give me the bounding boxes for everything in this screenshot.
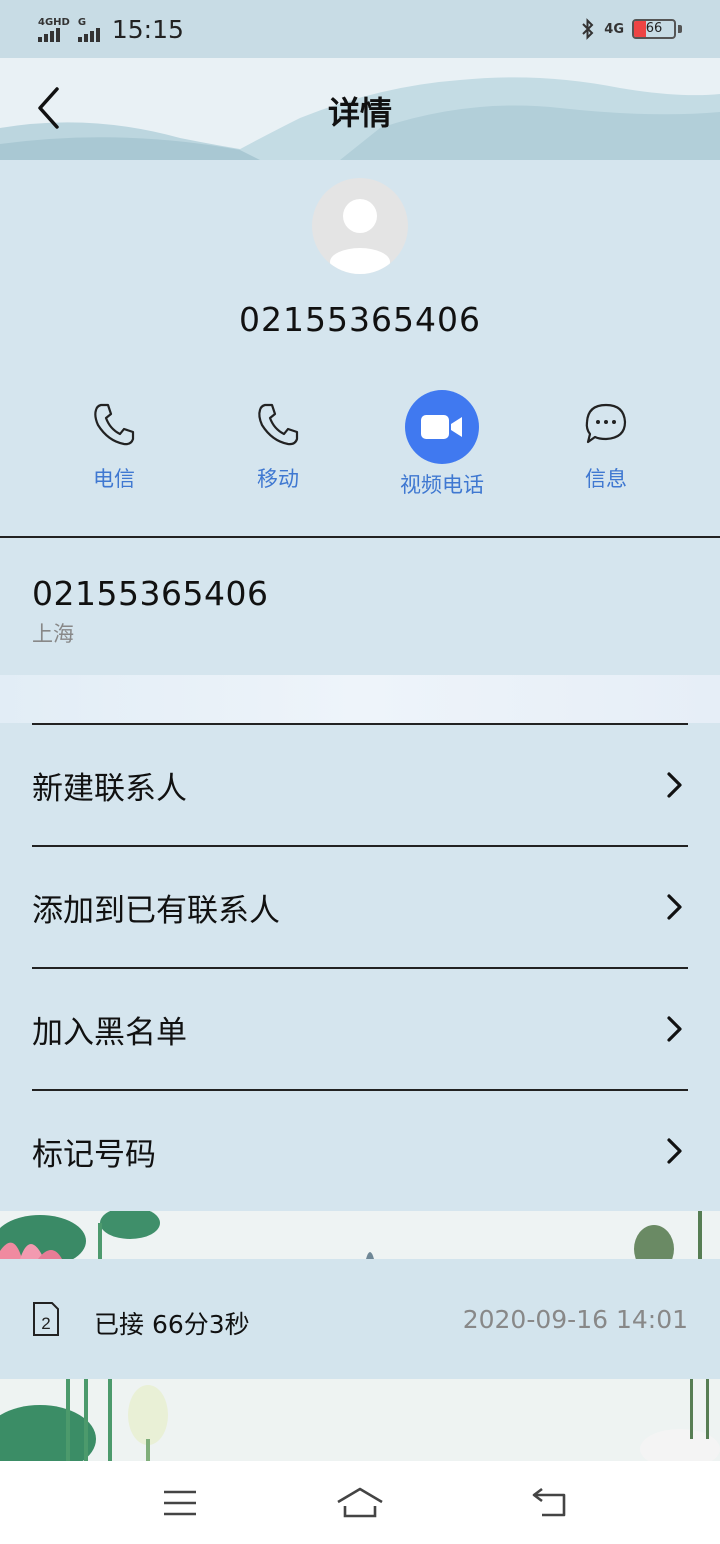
sim1-label: 4GHD <box>38 16 70 28</box>
message-icon <box>585 403 627 444</box>
sim1-signal: 4GHD <box>38 17 70 42</box>
call-telecom-button[interactable]: 电信 <box>49 385 179 493</box>
chevron-right-icon <box>664 770 688 800</box>
menu-item-label: 加入黑名单 <box>32 1014 187 1051</box>
home-icon <box>337 1487 383 1518</box>
sim-card-icon: 2 <box>33 1302 59 1336</box>
navigation-bar <box>0 1461 720 1544</box>
lotus-decoration <box>0 1211 720 1259</box>
mark-number-item[interactable]: 标记号码 <box>32 1089 688 1211</box>
signal-bars-icon <box>38 27 70 42</box>
phone-icon <box>94 403 135 446</box>
menu-icon <box>164 1490 196 1516</box>
phone-location: 上海 <box>32 622 74 646</box>
network-type: 4G <box>604 21 624 37</box>
action-label: 移动 <box>257 467 299 491</box>
lotus-illustration <box>0 1211 702 1259</box>
action-label: 信息 <box>585 467 627 491</box>
call-datetime: 2020-09-16 14:01 <box>462 1305 688 1334</box>
status-bar: 4GHD G 15:15 4G 66 <box>0 0 720 58</box>
avatar <box>312 178 408 274</box>
menu-item-label: 新建联系人 <box>32 770 187 807</box>
chevron-right-icon <box>664 892 688 922</box>
add-to-blacklist-item[interactable]: 加入黑名单 <box>32 967 688 1089</box>
status-time: 15:15 <box>111 14 184 44</box>
contact-number: 02155365406 <box>239 300 481 339</box>
bluetooth-icon <box>582 18 594 40</box>
section-spacer <box>0 675 720 723</box>
home-nav-button[interactable] <box>330 1481 390 1525</box>
sim2-signal: G <box>77 16 100 42</box>
battery-icon: 66 <box>632 19 676 39</box>
header: 详情 <box>0 58 720 160</box>
action-label: 电信 <box>93 467 135 491</box>
video-circle <box>405 390 479 464</box>
call-log-row[interactable]: 2 已接 66分3秒 2020-09-16 14:01 <box>0 1259 720 1379</box>
menu-item-label: 标记号码 <box>32 1136 156 1173</box>
battery-tip <box>678 25 682 33</box>
chevron-right-icon <box>664 1136 688 1166</box>
battery-level: 66 <box>645 21 663 36</box>
call-mobile-button[interactable]: 移动 <box>213 385 343 493</box>
action-row: 电信 移动 视频电话 信息 <box>0 385 720 505</box>
phone-number: 02155365406 <box>32 574 269 613</box>
page-title: 详情 <box>327 94 392 132</box>
sim2-label: G <box>77 16 87 28</box>
signal-bars-icon <box>77 27 100 42</box>
return-icon <box>532 1487 566 1517</box>
menu-nav-button[interactable] <box>150 1481 210 1525</box>
lotus-decoration-bottom <box>0 1379 720 1461</box>
back-nav-button[interactable] <box>520 1481 580 1525</box>
new-contact-item[interactable]: 新建联系人 <box>32 723 688 845</box>
lotus-illustration <box>0 1379 720 1461</box>
phone-number-row[interactable]: 02155365406 上海 <box>0 538 720 675</box>
sim-number: 2 <box>41 1314 50 1333</box>
message-button[interactable]: 信息 <box>541 385 671 493</box>
video-call-button[interactable]: 视频电话 <box>377 385 507 499</box>
person-icon <box>330 199 390 274</box>
call-status: 已接 66分3秒 <box>94 1310 250 1339</box>
menu-item-label: 添加到已有联系人 <box>32 892 280 929</box>
add-to-existing-contact-item[interactable]: 添加到已有联系人 <box>32 845 688 967</box>
chevron-right-icon <box>664 1014 688 1044</box>
action-label: 视频电话 <box>400 473 484 497</box>
video-camera-icon <box>421 415 462 439</box>
options-menu: 新建联系人 添加到已有联系人 加入黑名单 标记号码 <box>0 723 720 1211</box>
phone-icon <box>258 403 299 446</box>
